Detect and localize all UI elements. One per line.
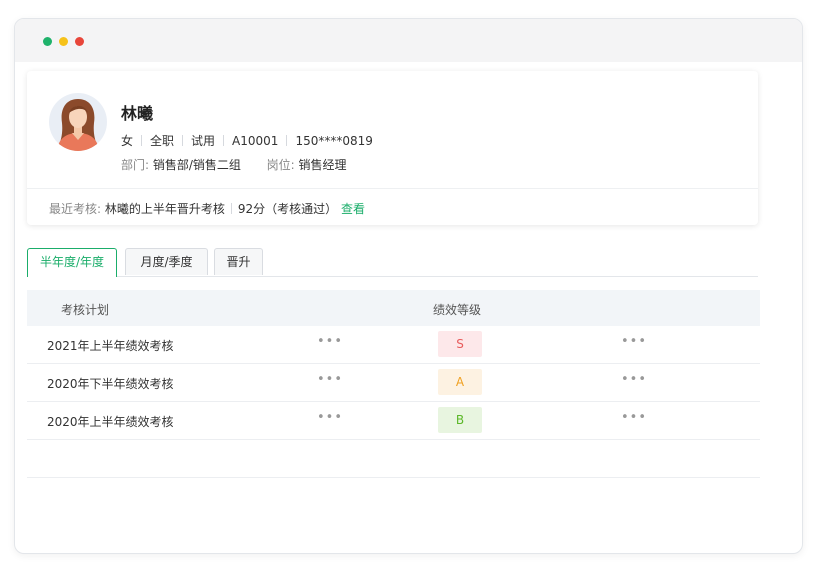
window-yellow-dot[interactable]: [59, 37, 68, 46]
dept-value: 销售部/销售二组: [152, 158, 241, 172]
employee-name: 林曦: [121, 104, 154, 123]
gender: 女: [121, 134, 134, 148]
column-header-plan: 考核计划: [61, 303, 110, 317]
dept-label: 部门:: [121, 158, 150, 172]
window-red-dot[interactable]: [75, 37, 84, 46]
divider: [182, 135, 184, 146]
recent-review: 最近考核: 林曦的上半年晋升考核 92分（考核通过） 查看: [49, 200, 365, 217]
title-bar: [15, 19, 802, 62]
avatar: [49, 93, 107, 151]
divider: [286, 135, 288, 146]
grade-badge: A: [438, 369, 482, 395]
more-icon[interactable]: •••: [317, 372, 343, 387]
phone-number: 150****0819: [295, 134, 373, 148]
plan-name: 2020年上半年绩效考核: [47, 415, 174, 429]
plan-name: 2021年上半年绩效考核: [47, 339, 174, 353]
employee-meta: 女 全职 试用 A10001 150****0819: [121, 132, 373, 149]
employee-org: 部门: 销售部/销售二组 岗位: 销售经理: [121, 156, 346, 173]
recent-review-label: 最近考核:: [49, 202, 102, 216]
empty-table-row: [27, 440, 760, 478]
more-icon[interactable]: •••: [621, 410, 647, 425]
employment-status: 试用: [191, 134, 216, 148]
table-header: 考核计划 绩效等级: [27, 290, 760, 326]
table-row: 2020年下半年绩效考核 ••• A •••: [27, 364, 760, 402]
position-value: 销售经理: [298, 158, 347, 172]
position-label: 岗位:: [266, 158, 295, 172]
view-review-link[interactable]: 查看: [341, 202, 365, 216]
more-icon[interactable]: •••: [621, 334, 647, 349]
employee-id: A10001: [232, 134, 279, 148]
more-icon[interactable]: •••: [317, 334, 343, 349]
table-row: 2021年上半年绩效考核 ••• S •••: [27, 326, 760, 364]
grade-badge: B: [438, 407, 482, 433]
grade-badge: S: [438, 331, 482, 357]
more-icon[interactable]: •••: [621, 372, 647, 387]
recent-review-title: 林曦的上半年晋升考核: [104, 202, 225, 216]
employee-profile-card: 林曦 女 全职 试用 A10001 150****0819 部门: 销售部/销售二组 岗…: [27, 71, 758, 225]
card-divider: [27, 188, 758, 189]
tab-half-year-annual[interactable]: 半年度/年度: [27, 248, 117, 277]
more-icon[interactable]: •••: [317, 410, 343, 425]
divider: [223, 135, 225, 146]
divider: [230, 203, 232, 214]
column-header-grade: 绩效等级: [433, 303, 482, 317]
divider: [141, 135, 143, 146]
plan-name: 2020年下半年绩效考核: [47, 377, 174, 391]
table-row: 2020年上半年绩效考核 ••• B •••: [27, 402, 760, 440]
recent-review-score: 92分（考核通过）: [237, 202, 338, 216]
tab-monthly-quarterly[interactable]: 月度/季度: [125, 248, 208, 275]
review-tabs: 半年度/年度 月度/季度 晋升: [27, 248, 758, 277]
employment-type: 全职: [150, 134, 175, 148]
tab-promotion[interactable]: 晋升: [214, 248, 263, 275]
window-green-dot[interactable]: [43, 37, 52, 46]
